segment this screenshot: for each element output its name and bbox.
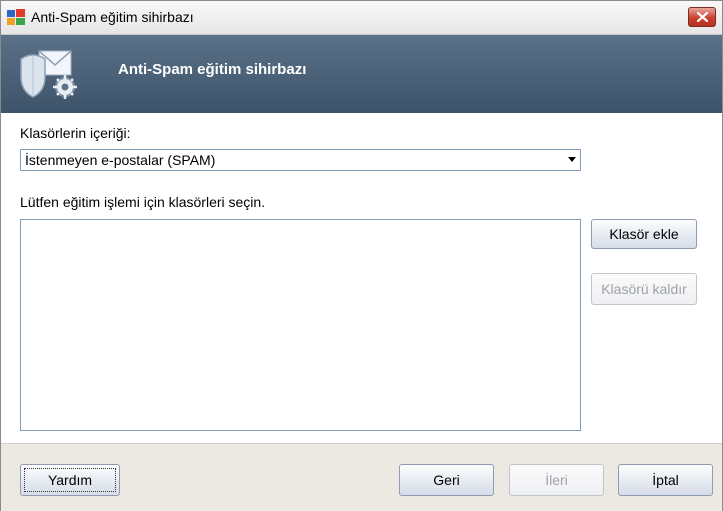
- add-folder-button[interactable]: Klasör ekle: [591, 219, 697, 249]
- window-title: Anti-Spam eğitim sihirbazı: [31, 9, 194, 25]
- title-bar[interactable]: Anti-Spam eğitim sihirbazı: [1, 1, 722, 35]
- next-button-label: İleri: [545, 472, 568, 488]
- dialog-window: Anti-Spam eğitim sihirbazı Anti-Spam eği…: [0, 0, 723, 511]
- wizard-footer: Yardım Geri İleri İptal: [1, 443, 722, 511]
- cancel-button[interactable]: İptal: [618, 464, 713, 496]
- remove-folder-button[interactable]: Klasörü kaldır: [591, 273, 697, 305]
- add-folder-button-label: Klasör ekle: [609, 226, 679, 242]
- folder-contents-value: İstenmeyen e-postalar (SPAM): [25, 152, 216, 168]
- shield-mail-gear-icon: [20, 50, 77, 99]
- folder-list[interactable]: [20, 219, 581, 431]
- folder-contents-label: Klasörlerin içeriği:: [20, 125, 131, 141]
- next-button[interactable]: İleri: [509, 464, 604, 496]
- cancel-button-label: İptal: [652, 472, 679, 488]
- banner-title: Anti-Spam eğitim sihirbazı: [118, 61, 307, 78]
- help-button[interactable]: Yardım: [20, 464, 120, 496]
- instruction-label: Lütfen eğitim işlemi için klasörleri seç…: [20, 194, 266, 210]
- avg-logo-icon: [7, 9, 25, 25]
- chevron-down-icon[interactable]: [568, 157, 576, 162]
- folder-contents-dropdown[interactable]: İstenmeyen e-postalar (SPAM): [20, 149, 581, 171]
- wizard-content: Klasörlerin içeriği: İstenmeyen e-postal…: [1, 113, 722, 443]
- header-banner: Anti-Spam eğitim sihirbazı: [1, 35, 722, 113]
- close-button[interactable]: [688, 7, 716, 27]
- remove-folder-button-label: Klasörü kaldır: [601, 281, 687, 297]
- back-button[interactable]: Geri: [399, 464, 494, 496]
- focus-ring: [24, 468, 116, 492]
- close-icon: [697, 12, 708, 22]
- back-button-label: Geri: [433, 472, 460, 488]
